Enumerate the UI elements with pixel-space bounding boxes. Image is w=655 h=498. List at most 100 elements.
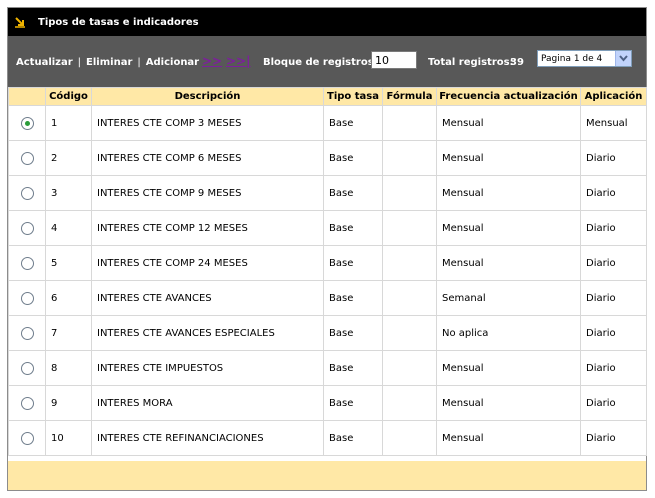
- cell-tipo: Base: [323, 105, 383, 141]
- records-panel: Tipos de tasas e indicadores Actualizar |…: [7, 7, 647, 491]
- cell-codigo: 10: [45, 420, 92, 456]
- eliminar-link[interactable]: Eliminar: [86, 57, 132, 68]
- column-header[interactable]: Código: [45, 87, 92, 106]
- radio-icon[interactable]: [20, 431, 34, 445]
- cell-codigo: 3: [45, 175, 92, 211]
- toolbar-actions: Actualizar | Eliminar | Adicionar: [16, 57, 199, 68]
- column-header[interactable]: Descripción: [91, 87, 324, 106]
- cell-frecuencia: Mensual: [436, 105, 581, 141]
- radio-icon[interactable]: [20, 291, 34, 305]
- row-select-cell: [8, 385, 46, 421]
- cell-frecuencia: No aplica: [436, 315, 581, 351]
- chevron-down-icon[interactable]: [615, 51, 631, 66]
- page-select[interactable]: Pagina 1 de 4: [537, 50, 632, 67]
- radio-icon[interactable]: [20, 151, 34, 165]
- table-footer: [8, 461, 646, 490]
- cell-codigo: 4: [45, 210, 92, 246]
- row-select-cell: [8, 315, 46, 351]
- row-select-cell: [8, 420, 46, 456]
- row-select-cell: [8, 245, 46, 281]
- next-page-link[interactable]: >>: [202, 54, 222, 68]
- cell-tipo: Base: [323, 350, 383, 386]
- cell-frecuencia: Mensual: [436, 175, 581, 211]
- cell-frecuencia: Mensual: [436, 210, 581, 246]
- row-select-cell: [8, 140, 46, 176]
- cell-formula: [382, 245, 437, 281]
- cell-codigo: 2: [45, 140, 92, 176]
- cell-descripcion: INTERES CTE AVANCES ESPECIALES: [91, 315, 324, 351]
- table-row[interactable]: 4 INTERES CTE COMP 12 MESES Base Mensual…: [8, 210, 647, 246]
- column-header[interactable]: Frecuencia actualización: [436, 87, 581, 106]
- table-row[interactable]: 10 INTERES CTE REFINANCIACIONES Base Men…: [8, 420, 647, 456]
- block-size-input[interactable]: [371, 51, 417, 69]
- radio-icon[interactable]: [20, 116, 34, 130]
- title-bar: Tipos de tasas e indicadores: [8, 8, 646, 36]
- row-select-cell: [8, 350, 46, 386]
- cell-tipo: Base: [323, 140, 383, 176]
- cell-tipo: Base: [323, 420, 383, 456]
- table-row[interactable]: 1 INTERES CTE COMP 3 MESES Base Mensual …: [8, 105, 647, 141]
- cell-tipo: Base: [323, 245, 383, 281]
- cell-tipo: Base: [323, 175, 383, 211]
- cell-aplicacion: Diario: [580, 315, 647, 351]
- total-value: 39: [510, 57, 524, 68]
- row-select-cell: [8, 280, 46, 316]
- cell-formula: [382, 280, 437, 316]
- cell-tipo: Base: [323, 210, 383, 246]
- cell-aplicacion: Diario: [580, 420, 647, 456]
- table-row[interactable]: 7 INTERES CTE AVANCES ESPECIALES Base No…: [8, 315, 647, 351]
- cell-frecuencia: Mensual: [436, 245, 581, 281]
- separator: |: [137, 57, 141, 68]
- radio-icon[interactable]: [20, 256, 34, 270]
- cell-formula: [382, 315, 437, 351]
- table-row[interactable]: 3 INTERES CTE COMP 9 MESES Base Mensual …: [8, 175, 647, 211]
- radio-icon[interactable]: [20, 361, 34, 375]
- last-page-link[interactable]: >>|: [226, 54, 251, 68]
- cell-descripcion: INTERES CTE AVANCES: [91, 280, 324, 316]
- column-header[interactable]: Tipo tasa: [323, 87, 383, 106]
- row-select-cell: [8, 105, 46, 141]
- cell-tipo: Base: [323, 385, 383, 421]
- table-row[interactable]: 2 INTERES CTE COMP 6 MESES Base Mensual …: [8, 140, 647, 176]
- cell-tipo: Base: [323, 315, 383, 351]
- page-select-value: Pagina 1 de 4: [541, 53, 603, 64]
- cell-aplicacion: Diario: [580, 245, 647, 281]
- cell-descripcion: INTERES CTE COMP 12 MESES: [91, 210, 324, 246]
- radio-icon[interactable]: [20, 396, 34, 410]
- cell-descripcion: INTERES CTE COMP 24 MESES: [91, 245, 324, 281]
- cell-frecuencia: Mensual: [436, 420, 581, 456]
- cell-frecuencia: Mensual: [436, 140, 581, 176]
- column-header[interactable]: Fórmula: [382, 87, 437, 106]
- column-select: [8, 87, 46, 106]
- radio-icon[interactable]: [20, 186, 34, 200]
- cell-formula: [382, 175, 437, 211]
- cell-codigo: 5: [45, 245, 92, 281]
- cell-codigo: 7: [45, 315, 92, 351]
- cell-aplicacion: Diario: [580, 175, 647, 211]
- cell-descripcion: INTERES CTE IMPUESTOS: [91, 350, 324, 386]
- block-label: Bloque de registros:: [263, 57, 378, 68]
- radio-icon[interactable]: [20, 221, 34, 235]
- table-row[interactable]: 9 INTERES MORA Base Mensual Diario: [8, 385, 647, 421]
- cell-formula: [382, 420, 437, 456]
- cell-aplicacion: Mensual: [580, 105, 647, 141]
- cell-formula: [382, 210, 437, 246]
- table-row[interactable]: 5 INTERES CTE COMP 24 MESES Base Mensual…: [8, 245, 647, 281]
- table-row[interactable]: 8 INTERES CTE IMPUESTOS Base Mensual Dia…: [8, 350, 647, 386]
- cell-formula: [382, 350, 437, 386]
- separator: |: [77, 57, 82, 68]
- cell-aplicacion: Diario: [580, 210, 647, 246]
- table-row[interactable]: 6 INTERES CTE AVANCES Base Semanal Diari…: [8, 280, 647, 316]
- radio-icon[interactable]: [20, 326, 34, 340]
- column-header[interactable]: Aplicación: [580, 87, 647, 106]
- cell-aplicacion: Diario: [580, 140, 647, 176]
- actualizar-link[interactable]: Actualizar: [16, 57, 73, 68]
- adicionar-link[interactable]: Adicionar: [146, 57, 199, 68]
- cell-codigo: 6: [45, 280, 92, 316]
- cell-aplicacion: Diario: [580, 350, 647, 386]
- cell-formula: [382, 105, 437, 141]
- cell-frecuencia: Mensual: [436, 350, 581, 386]
- cell-formula: [382, 385, 437, 421]
- cell-frecuencia: Mensual: [436, 385, 581, 421]
- table-header-row: Código Descripción Tipo tasa Fórmula Fre…: [8, 87, 647, 106]
